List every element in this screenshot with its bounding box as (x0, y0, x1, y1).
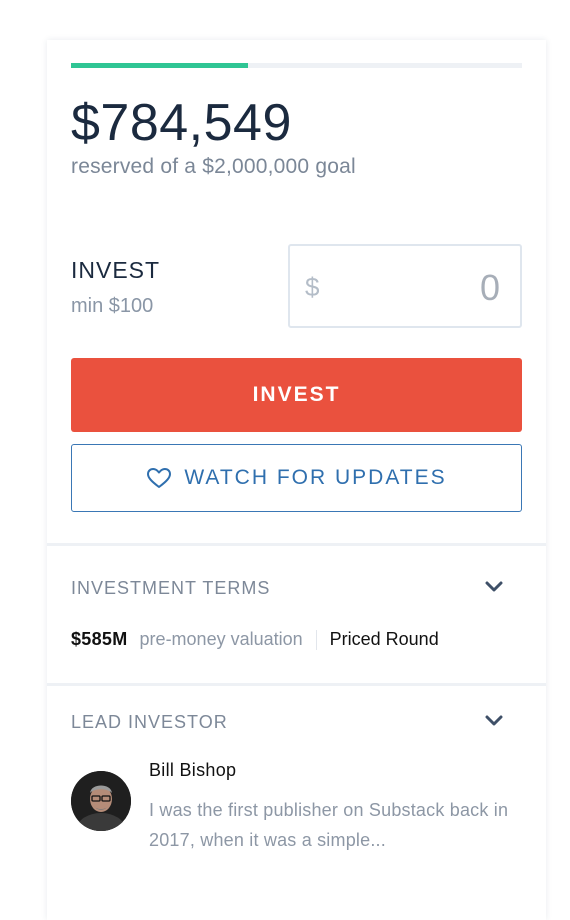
invest-button[interactable]: INVEST (71, 358, 522, 432)
terms-separator (315, 629, 317, 650)
valuation-value: $585M (71, 629, 128, 649)
invest-amount-row: INVEST min $100 $ 0 (71, 244, 522, 334)
investment-card: $784,549 reserved of a $2,000,000 goal I… (47, 40, 546, 920)
goal-text: reserved of a $2,000,000 goal (71, 155, 356, 178)
investment-terms-header[interactable]: INVESTMENT TERMS (71, 578, 522, 599)
currency-symbol: $ (305, 272, 320, 302)
heart-outline-icon (147, 468, 172, 488)
section-divider (47, 543, 546, 546)
investor-name: Bill Bishop (149, 760, 237, 780)
chevron-down-icon[interactable] (485, 581, 503, 593)
lead-investor-title: LEAD INVESTOR (71, 712, 228, 732)
invest-amount-input[interactable]: $ 0 (288, 244, 522, 328)
round-type: Priced Round (329, 629, 439, 649)
section-divider (47, 683, 546, 686)
lead-investor-header[interactable]: LEAD INVESTOR (71, 712, 522, 733)
investor-bio: I was the first publisher on Substack ba… (149, 800, 509, 850)
lead-investor[interactable]: Bill Bishop I was the first publisher on… (71, 760, 522, 860)
chevron-down-icon[interactable] (485, 715, 503, 727)
invest-amount-value: 0 (479, 267, 500, 308)
investment-terms-section: INVESTMENT TERMS $585M pre-money valuati… (47, 578, 546, 650)
valuation-label: pre-money valuation (139, 629, 303, 649)
lead-investor-section: LEAD INVESTOR Bill Bishop I was the firs… (47, 712, 546, 860)
watch-for-updates-button[interactable]: WATCH FOR UPDATES (71, 444, 522, 512)
watch-button-label: WATCH FOR UPDATES (184, 466, 447, 489)
amount-raised: $784,549 (71, 94, 292, 152)
investment-terms-title: INVESTMENT TERMS (71, 578, 271, 598)
investment-terms-row: $585M pre-money valuation Priced Round (71, 629, 522, 650)
invest-min-text: min $100 (71, 295, 154, 317)
funding-progress-fill (71, 63, 248, 68)
invest-label: INVEST (71, 257, 161, 283)
funding-progress-bar (71, 63, 522, 68)
avatar (71, 771, 131, 831)
